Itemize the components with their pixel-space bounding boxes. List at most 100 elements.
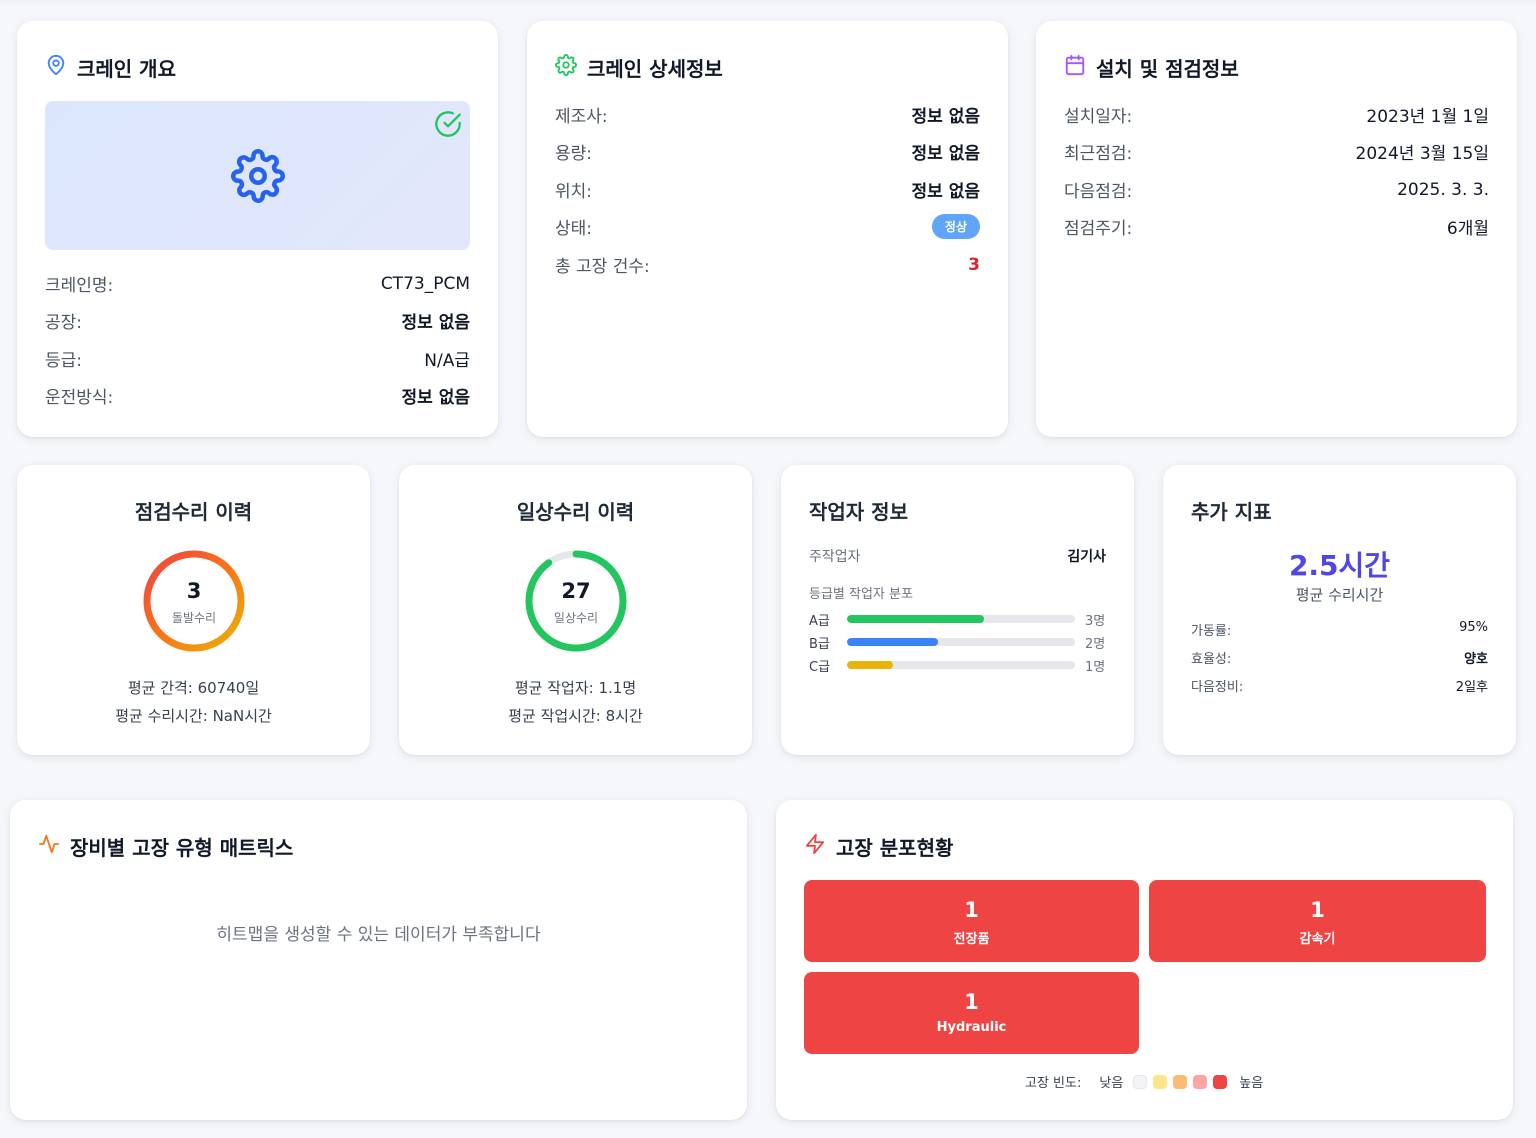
legend-low: 낮음 [1099, 1076, 1124, 1091]
top-band [0, 0, 1536, 8]
overview-row-grade: 등급: N/A급 [45, 346, 470, 371]
grade-a-label: A급 [809, 613, 830, 629]
grade-c-label: C급 [809, 659, 831, 675]
overview-label: 공장: [45, 313, 83, 333]
install-row-next: 다음점검: 2025. 3. 3. [1064, 177, 1489, 203]
main-worker-label: 주작업자 [809, 549, 861, 565]
worker-info-card: 작업자 정보 주작업자 김기사 등급별 작업자 분포 A급 3명 B급 2명 C… [781, 465, 1134, 755]
tile-count: 1 [964, 898, 979, 922]
detail-label: 제조사: [555, 107, 608, 127]
overview-value: 정보 없음 [401, 313, 470, 333]
detail-row-location: 위치: 정보 없음 [555, 177, 980, 202]
extra-value: 2일후 [1455, 680, 1488, 695]
overview-row-operation: 운전방식: 정보 없음 [45, 383, 470, 408]
install-label: 설치일자: [1064, 107, 1133, 127]
calendar-icon [1064, 54, 1086, 81]
grade-a-count: 3명 [1085, 613, 1106, 629]
daily-count: 27 [561, 579, 591, 603]
grade-b-bar: B급 2명 [809, 634, 1106, 652]
inspection-count-label: 돌발수리 [171, 611, 217, 625]
legend-swatch-1 [1133, 1074, 1148, 1089]
uptime-row: 가동률: 95% [1191, 620, 1488, 639]
extra-label: 효율성: [1191, 652, 1232, 667]
failure-count: 3 [968, 254, 980, 275]
grade-b-count: 2명 [1085, 636, 1106, 652]
install-info-title: 설치 및 점검정보 [1096, 57, 1239, 81]
frequency-legend: 고장 빈도: 낮음 높음 [1025, 1072, 1263, 1091]
grade-c-fill [847, 661, 893, 669]
grade-b-fill [847, 638, 939, 646]
grade-c-bar: C급 1명 [809, 657, 1106, 675]
overview-row-factory: 공장: 정보 없음 [45, 308, 470, 333]
extra-value: 양호 [1464, 652, 1488, 667]
failure-tile-reducer[interactable]: 1 감속기 [1149, 880, 1486, 962]
overview-label: 등급: [45, 351, 83, 371]
worker-info-title: 작업자 정보 [809, 500, 908, 524]
grade-a-bar: A급 3명 [809, 611, 1106, 629]
crane-overview-card: 크레인 개요 크레인명: CT73_PCM 공장: 정보 없음 등급: N/A급… [17, 21, 498, 437]
daily-history-title: 일상수리 이력 [516, 500, 635, 524]
detail-value: 정보 없음 [911, 182, 980, 202]
detail-label: 상태: [555, 219, 593, 239]
efficiency-row: 효율성: 양호 [1191, 648, 1488, 667]
daily-avg-worktime: 평균 작업시간: 8시간 [508, 707, 643, 725]
main-worker-value: 김기사 [1067, 549, 1106, 565]
install-label: 다음점검: [1064, 182, 1133, 202]
overview-row-name: 크레인명: CT73_PCM [45, 271, 470, 297]
detail-row-failures: 총 고장 건수: 3 [555, 252, 980, 278]
install-info-card: 설치 및 점검정보 설치일자: 2023년 1월 1일 최근점검: 2024년 … [1036, 21, 1517, 437]
lightning-icon [804, 833, 826, 860]
inspection-count: 3 [186, 579, 202, 603]
avg-repair-time-value: 2.5시간 [1288, 549, 1391, 582]
install-value: 2023년 1월 1일 [1366, 107, 1489, 127]
avg-repair-time-label: 평균 수리시간 [1295, 586, 1384, 604]
install-label: 점검주기: [1064, 219, 1133, 239]
failure-tile-electrical[interactable]: 1 전장품 [804, 880, 1139, 962]
inspection-history-title: 점검수리 이력 [134, 500, 253, 524]
tile-label: 전장품 [953, 932, 990, 947]
extra-label: 다음정비: [1191, 680, 1244, 695]
failure-distribution-card: 고장 분포현황 1 전장품 1 감속기 1 Hydraulic 고장 빈도: 낮… [776, 800, 1513, 1120]
failure-matrix-title: 장비별 고장 유형 매트릭스 [70, 836, 294, 860]
overview-value: N/A급 [424, 351, 470, 371]
detail-row-status: 상태: 정상 [555, 214, 980, 239]
extra-metrics-card: 추가 지표 2.5시간 평균 수리시간 가동률: 95% 효율성: 양호 다음정… [1163, 465, 1516, 755]
daily-count-label: 일상수리 [553, 611, 599, 625]
overview-label: 크레인명: [45, 276, 114, 296]
overview-label: 운전방식: [45, 388, 114, 408]
tile-label: 감속기 [1299, 932, 1336, 947]
check-circle-icon [434, 110, 462, 138]
inspection-avg-interval: 평균 간격: 60740일 [127, 679, 260, 697]
install-value: 2025. 3. 3. [1397, 179, 1489, 200]
daily-avg-workers: 평균 작업자: 1.1명 [514, 679, 637, 697]
detail-row-capacity: 용량: 정보 없음 [555, 139, 980, 164]
inspection-history-card: 점검수리 이력 3 돌발수리 평균 간격: 60740일 평균 수리시간: Na… [17, 465, 370, 755]
crane-detail-header: 크레인 상세정보 [555, 53, 723, 82]
grade-distribution-title: 등급별 작업자 분포 [809, 587, 913, 602]
crane-image-banner [45, 101, 470, 250]
grade-a-fill [847, 615, 984, 623]
tile-count: 1 [1310, 898, 1325, 922]
settings-icon [555, 54, 577, 81]
crane-detail-card: 크레인 상세정보 제조사: 정보 없음 용량: 정보 없음 위치: 정보 없음 … [527, 21, 1008, 437]
next-maintenance-row: 다음정비: 2일후 [1191, 676, 1488, 695]
detail-value: 정보 없음 [911, 144, 980, 164]
detail-value: 정보 없음 [911, 107, 980, 127]
detail-label: 총 고장 건수: [555, 257, 650, 277]
legend-swatch-4 [1193, 1074, 1208, 1089]
install-row-last: 최근점검: 2024년 3월 15일 [1064, 139, 1489, 164]
install-label: 최근점검: [1064, 144, 1133, 164]
failure-distribution-title: 고장 분포현황 [836, 836, 954, 860]
failure-matrix-header: 장비별 고장 유형 매트릭스 [38, 832, 293, 861]
install-info-header: 설치 및 점검정보 [1064, 53, 1239, 82]
overview-value: CT73_PCM [380, 273, 470, 294]
legend-swatch-3 [1173, 1074, 1188, 1089]
crane-detail-title: 크레인 상세정보 [587, 57, 723, 81]
legend-title: 고장 빈도: [1025, 1076, 1082, 1091]
daily-donut: 27 일상수리 [524, 549, 628, 653]
legend-swatch-2 [1153, 1074, 1168, 1089]
failure-tile-hydraulic[interactable]: 1 Hydraulic [804, 972, 1139, 1054]
failure-distribution-header: 고장 분포현황 [804, 832, 953, 861]
legend-high: 높음 [1239, 1076, 1264, 1091]
grade-b-label: B급 [809, 636, 830, 652]
